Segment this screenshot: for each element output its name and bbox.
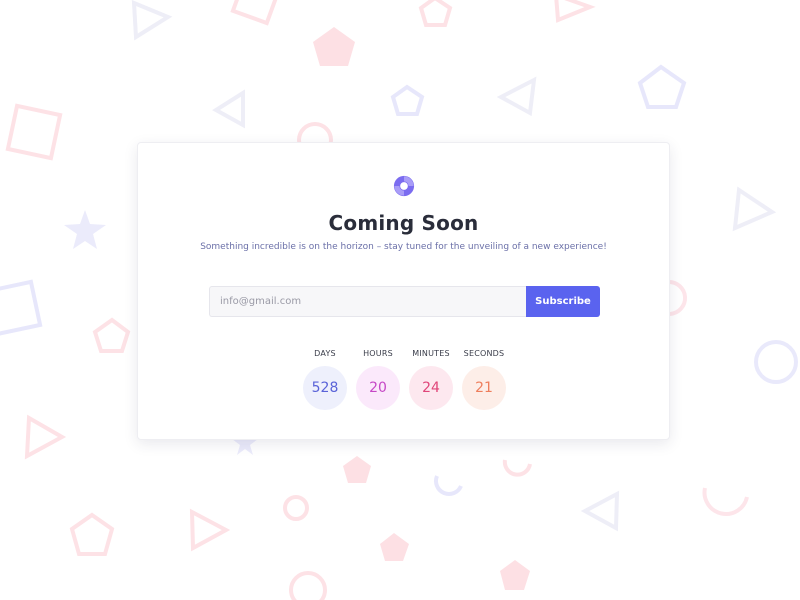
subscribe-button[interactable]: Subscribe xyxy=(526,286,600,317)
countdown-minutes: MINUTES 24 xyxy=(407,349,455,419)
email-input[interactable] xyxy=(209,286,527,317)
countdown-seconds: SECONDS 21 xyxy=(460,349,508,419)
swirl-logo-icon xyxy=(393,175,415,197)
coming-soon-card: Coming Soon Something incredible is on t… xyxy=(137,142,670,440)
countdown-seconds-label: SECONDS xyxy=(463,349,505,358)
countdown-minutes-value: 24 xyxy=(409,366,453,410)
countdown-seconds-value: 21 xyxy=(462,366,506,410)
page-subtitle: Something incredible is on the horizon –… xyxy=(200,242,607,252)
countdown-days-value: 528 xyxy=(303,366,347,410)
countdown-hours-value: 20 xyxy=(356,366,400,410)
countdown-hours: HOURS 20 xyxy=(354,349,402,419)
countdown-days: DAYS 528 xyxy=(301,349,349,419)
page-title: Coming Soon xyxy=(328,211,479,235)
